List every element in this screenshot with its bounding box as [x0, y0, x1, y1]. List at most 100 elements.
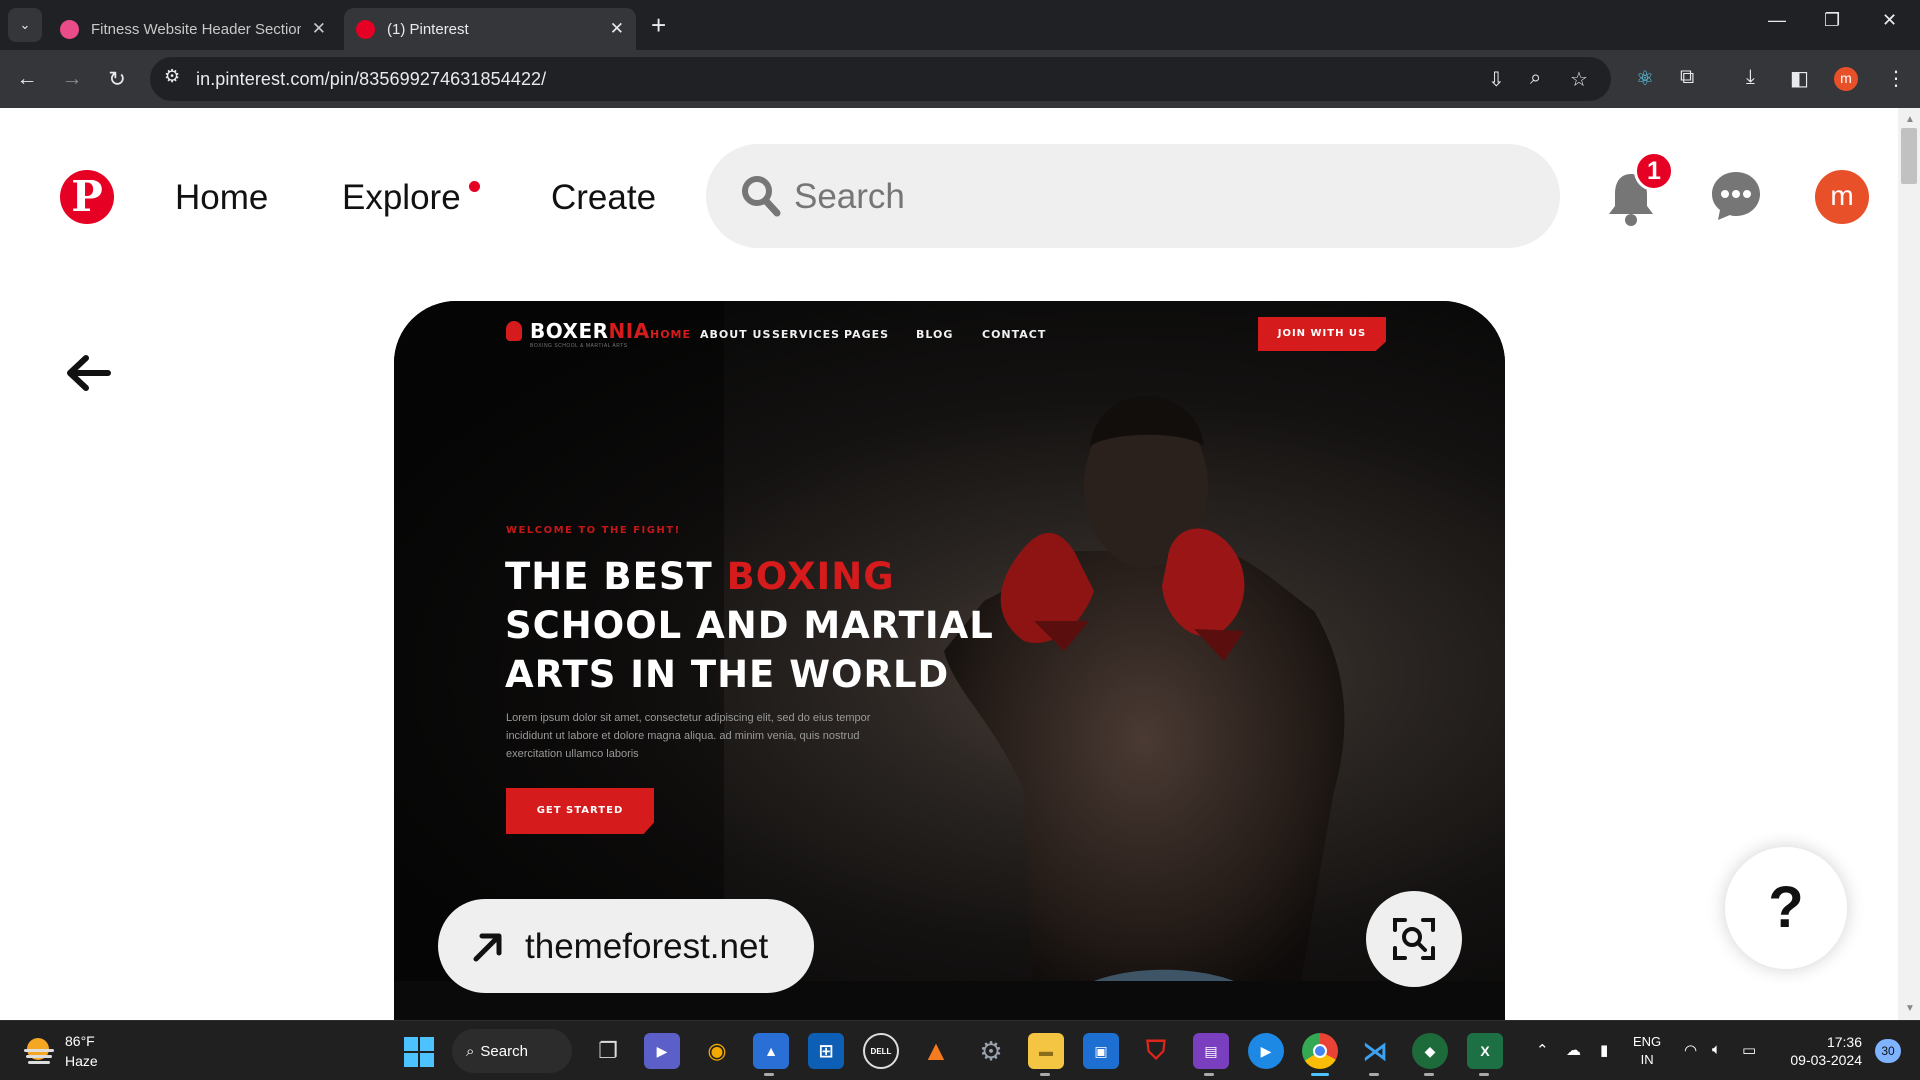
window-app-icon[interactable]: ▣	[1083, 1033, 1119, 1069]
running-indicator	[1479, 1073, 1489, 1076]
tab-pinterest[interactable]: (1) Pinterest ✕	[344, 8, 636, 50]
bookmark-star-icon[interactable]: ☆	[1570, 67, 1588, 92]
image-nav-contact: CONTACT	[982, 328, 1047, 341]
scroll-up-arrow-icon[interactable]: ▲	[1905, 114, 1915, 125]
windows-start-icon[interactable]	[404, 1037, 434, 1067]
source-link-button[interactable]: themeforest.net	[438, 899, 814, 993]
pinterest-header: P Home Explore Create Search 1 m	[0, 108, 1898, 283]
excel-icon[interactable]: X	[1467, 1033, 1503, 1069]
minimize-icon[interactable]: —	[1768, 10, 1786, 31]
pin-image[interactable]: BOXERNIA BOXING SCHOOL & MARTIAL ARTS HO…	[394, 301, 1505, 1020]
clipchamp-icon[interactable]: ▤	[1193, 1033, 1229, 1069]
messages-icon[interactable]	[1710, 170, 1762, 222]
install-app-icon[interactable]: ⇩	[1488, 67, 1505, 92]
microsoft-store-icon[interactable]: ⊞	[808, 1033, 844, 1069]
pinterest-logo-icon[interactable]: P	[60, 170, 114, 224]
chrome-taskbar-icon[interactable]	[1302, 1033, 1338, 1069]
battery-charging-icon[interactable]: ▭	[1742, 1041, 1756, 1059]
scroll-down-arrow-icon[interactable]: ▼	[1905, 1003, 1915, 1014]
search-placeholder: Search	[794, 177, 905, 216]
image-nav-home: HOME	[650, 328, 692, 341]
back-arrow-icon[interactable]	[64, 353, 112, 393]
extensions-icon[interactable]: ⧉	[1680, 66, 1694, 89]
vlc-icon[interactable]: ▲	[918, 1033, 954, 1069]
nav-home[interactable]: Home	[175, 178, 268, 218]
restore-icon[interactable]: ❐	[1824, 10, 1840, 31]
chrome-profile-avatar[interactable]: m	[1834, 67, 1858, 91]
windows-taskbar: 86°F Haze ⌕ Search ❐ ▶ ◉ ▲ ⊞ DELL ▲ ⚙ ▬ …	[0, 1020, 1920, 1080]
visual-search-button[interactable]	[1366, 891, 1462, 987]
reload-icon[interactable]: ↻	[100, 62, 134, 96]
dell-icon[interactable]: DELL	[863, 1033, 899, 1069]
source-domain: themeforest.net	[525, 927, 769, 966]
url-text[interactable]: in.pinterest.com/pin/835699274631854422/	[196, 69, 546, 90]
side-panel-icon[interactable]: ◧	[1790, 66, 1809, 91]
volume-icon[interactable]: 🔈︎	[1712, 1041, 1721, 1058]
scrollbar-thumb[interactable]	[1901, 128, 1917, 184]
clock-time: 17:36	[1826, 1034, 1862, 1050]
notification-center-badge[interactable]: 30	[1875, 1039, 1901, 1063]
headline-line1-white: THE BEST	[505, 555, 727, 598]
new-tab-button[interactable]: +	[651, 10, 666, 40]
close-tab-icon[interactable]: ✕	[610, 19, 624, 39]
forward-icon[interactable]: →	[55, 62, 89, 96]
mongodb-compass-icon[interactable]: ◆	[1412, 1033, 1448, 1069]
chrome-menu-icon[interactable]: ⋮	[1886, 66, 1906, 91]
settings-gear-icon[interactable]: ⚙	[973, 1033, 1009, 1069]
photos-icon[interactable]: ▲	[753, 1033, 789, 1069]
running-indicator	[1369, 1073, 1379, 1076]
address-bar[interactable]: ⚙ in.pinterest.com/pin/83569927463185442…	[150, 57, 1611, 101]
brand-white: BOXER	[530, 319, 609, 343]
image-headline: THE BEST BOXING SCHOOL AND MARTIAL ARTS …	[505, 552, 994, 699]
weather-haze-icon[interactable]	[22, 1035, 56, 1065]
weather-description[interactable]: Haze	[65, 1053, 98, 1069]
vscode-icon[interactable]: ⋊	[1357, 1033, 1393, 1069]
running-indicator	[1204, 1073, 1214, 1076]
page-scrollbar[interactable]	[1898, 108, 1920, 1020]
notification-badge: 1	[1634, 151, 1674, 191]
site-info-icon[interactable]: ⚙	[164, 66, 180, 87]
explore-new-dot	[469, 181, 480, 192]
language-code: ENG	[1633, 1034, 1662, 1049]
help-button[interactable]: ?	[1725, 847, 1847, 969]
lens-search-icon	[1393, 918, 1435, 960]
nav-explore[interactable]: Explore	[342, 178, 461, 218]
search-input[interactable]: Search	[706, 144, 1560, 248]
zoom-app-icon[interactable]: ▶	[1248, 1033, 1284, 1069]
image-body-text: Lorem ipsum dolor sit amet, consectetur …	[506, 712, 871, 760]
language-indicator[interactable]: ENG IN	[1633, 1033, 1661, 1069]
browser-toolbar: ← → ↻ ⚙ in.pinterest.com/pin/83569927463…	[0, 50, 1920, 108]
boxernia-logo: BOXERNIA	[506, 319, 650, 343]
tab-title: (1) Pinterest	[387, 20, 469, 38]
onedrive-offline-icon[interactable]: ☁	[1566, 1041, 1581, 1059]
active-indicator	[1311, 1073, 1329, 1076]
wifi-icon[interactable]: ◠	[1684, 1041, 1697, 1059]
weather-temperature[interactable]: 86°F	[65, 1033, 95, 1049]
image-nav-about: ABOUT US	[700, 328, 772, 341]
image-join-button: JOIN WITH US	[1258, 317, 1386, 351]
taskbar-search-button[interactable]: ⌕ Search	[452, 1029, 572, 1073]
back-icon[interactable]: ←	[10, 62, 44, 96]
clock[interactable]: 17:36 09-03-2024	[1782, 1033, 1862, 1069]
user-avatar[interactable]: m	[1815, 170, 1869, 224]
downloads-icon[interactable]: ⤓	[1746, 66, 1755, 89]
file-explorer-icon[interactable]: ▬	[1028, 1033, 1064, 1069]
tab-fitness-header[interactable]: Fitness Website Header Section ✕	[48, 8, 338, 50]
running-indicator	[764, 1073, 774, 1076]
tray-overflow-chevron-icon[interactable]: ⌃	[1536, 1041, 1549, 1059]
headline-line1-red: BOXING	[726, 555, 895, 598]
mcafee-icon[interactable]: ⛉	[1138, 1033, 1174, 1069]
colorful-app-icon[interactable]: ◉	[699, 1033, 735, 1069]
tab-search-button[interactable]: ⌄	[8, 8, 42, 42]
nav-create[interactable]: Create	[551, 178, 656, 218]
teams-chat-icon[interactable]: ▶	[644, 1033, 680, 1069]
task-view-icon[interactable]: ❐	[590, 1033, 626, 1069]
close-window-icon[interactable]: ✕	[1882, 10, 1897, 31]
zoom-icon[interactable]: ⌕	[1530, 67, 1541, 90]
close-tab-icon[interactable]: ✕	[312, 19, 326, 39]
battery-small-icon[interactable]: ▮	[1600, 1041, 1608, 1059]
pinterest-favicon-icon	[356, 19, 375, 39]
image-nav-pages: PAGES	[844, 328, 890, 341]
react-devtools-icon[interactable]: ⚛	[1636, 66, 1654, 91]
image-nav-blog: BLOG	[916, 328, 954, 341]
